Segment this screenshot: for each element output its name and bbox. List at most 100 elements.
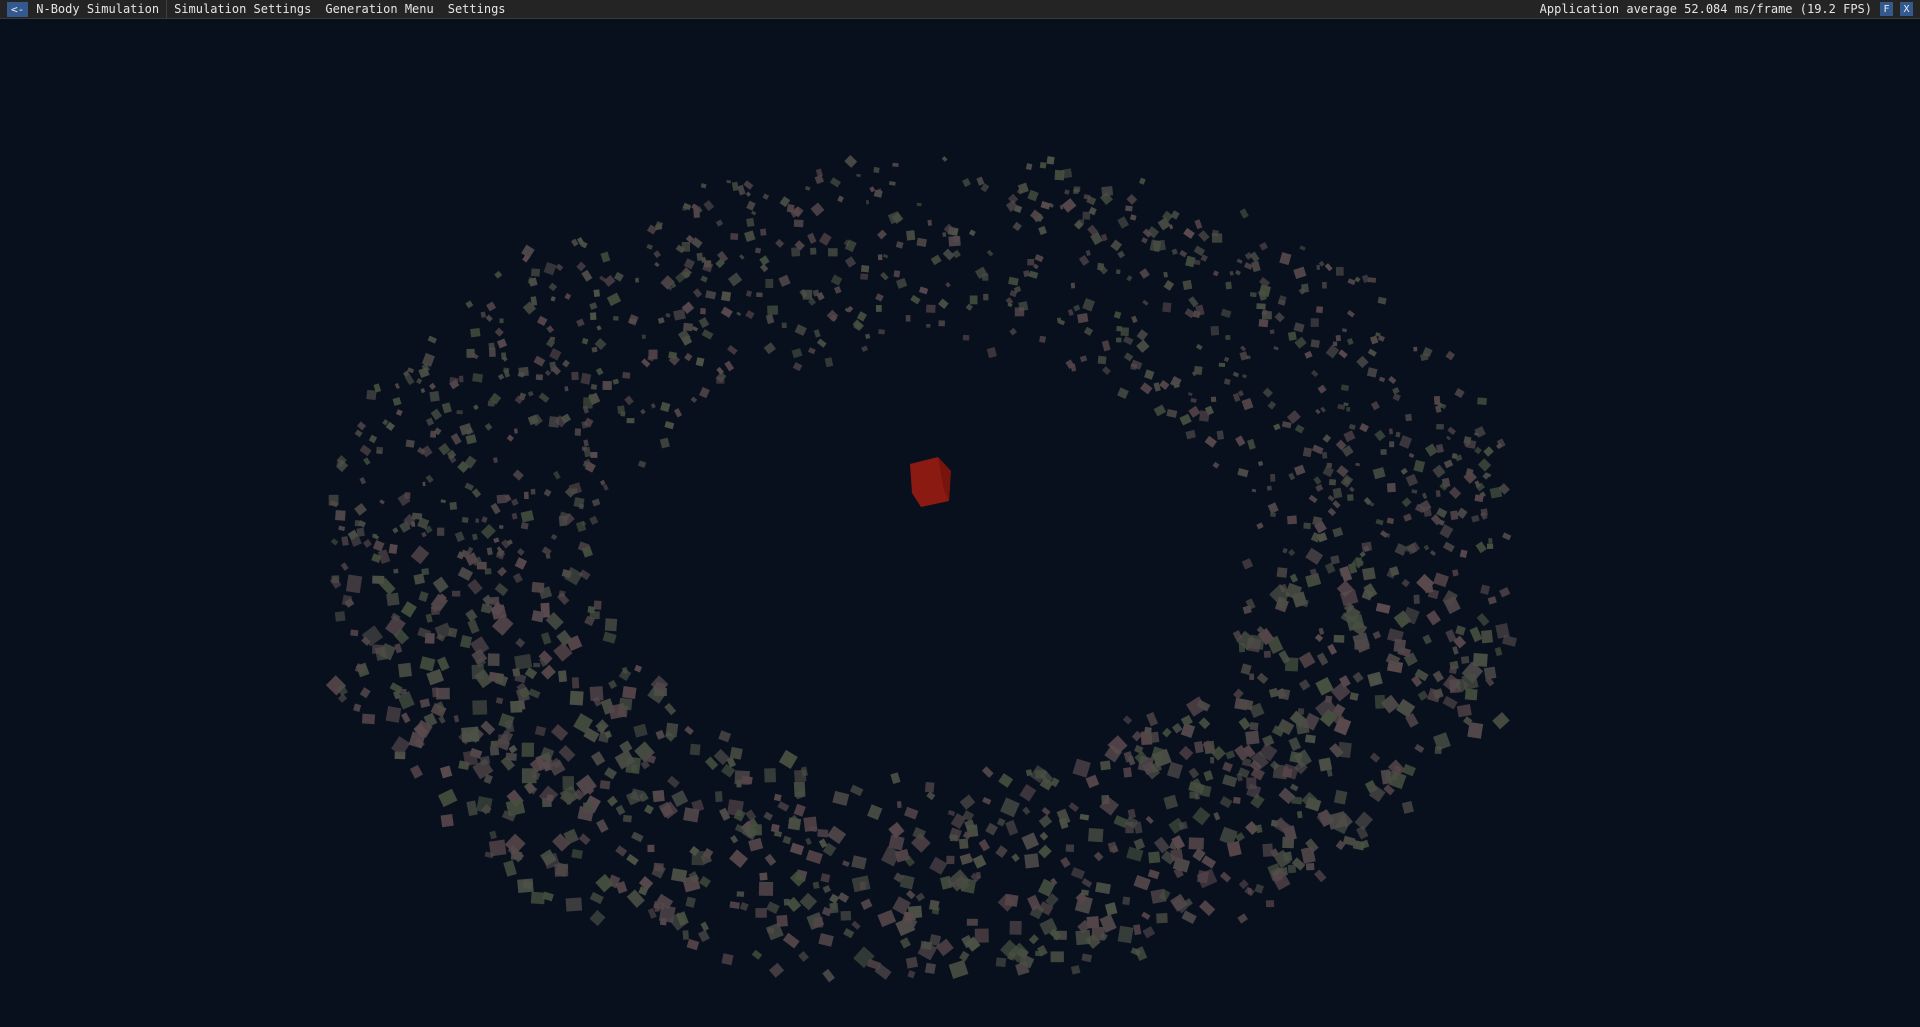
particle-body <box>521 768 537 784</box>
particle-body <box>471 488 482 498</box>
particle-body <box>521 244 535 259</box>
particle-body <box>1372 630 1382 640</box>
particle-body <box>618 697 633 711</box>
particle-body <box>1332 500 1341 509</box>
particle-body <box>550 296 556 302</box>
particle-body <box>1249 722 1259 731</box>
particle-body <box>776 914 788 927</box>
particle-body <box>1238 717 1251 731</box>
particle-body <box>1375 518 1384 526</box>
particle-body <box>1249 673 1255 681</box>
particle-body <box>1422 492 1428 499</box>
particle-body <box>995 957 1007 968</box>
particle-body <box>494 327 504 337</box>
particle-body <box>842 860 850 867</box>
particle-body <box>981 766 994 778</box>
particle-body <box>938 320 945 327</box>
particle-body <box>511 498 519 507</box>
particle-body <box>818 932 834 947</box>
particle-body <box>569 690 584 706</box>
menu-settings[interactable]: Settings <box>441 0 513 19</box>
particle-body <box>1388 376 1397 384</box>
particle-body <box>888 821 905 839</box>
particle-body <box>799 892 818 911</box>
particle-body <box>1146 711 1159 727</box>
menu-generation-menu[interactable]: Generation Menu <box>318 0 440 19</box>
particle-body <box>1288 548 1296 557</box>
particle-body <box>764 768 777 783</box>
particle-body <box>1130 363 1138 371</box>
particle-body <box>583 439 589 447</box>
particle-body <box>1386 517 1395 525</box>
particle-body <box>654 261 660 268</box>
particle-body <box>693 208 700 218</box>
particle-body <box>705 290 717 300</box>
back-button[interactable]: <- <box>7 1 29 17</box>
particle-body <box>727 272 743 287</box>
particle-body <box>480 311 487 318</box>
particle-body <box>388 543 398 555</box>
particle-body <box>531 581 545 594</box>
particle-body <box>602 631 617 644</box>
particle-body <box>1279 252 1292 266</box>
particle-body <box>924 781 935 793</box>
close-button[interactable]: X <box>1900 2 1913 16</box>
particle-body <box>775 238 785 248</box>
particle-body <box>533 662 541 668</box>
particle-body <box>345 574 363 594</box>
particle-body <box>1303 522 1311 530</box>
particle-body <box>631 831 644 843</box>
particle-body <box>392 527 399 534</box>
particle-body <box>1267 400 1277 410</box>
particle-body <box>1195 343 1203 351</box>
particle-body <box>698 876 711 888</box>
particle-body <box>1117 216 1129 229</box>
particle-body <box>1343 430 1356 443</box>
particle-body <box>1079 813 1090 821</box>
particle-body <box>1123 352 1134 362</box>
particle-body <box>1398 435 1413 449</box>
particle-body <box>417 627 432 639</box>
menu-simulation-settings[interactable]: Simulation Settings <box>167 0 318 19</box>
particle-body <box>727 344 738 355</box>
particle-body <box>1085 774 1100 789</box>
particle-body <box>1282 851 1293 862</box>
particle-body <box>720 306 733 318</box>
particle-body <box>511 512 518 520</box>
particle-body <box>1392 393 1401 402</box>
particle-body <box>1213 811 1221 821</box>
simulation-viewport[interactable] <box>0 19 1920 1027</box>
particle-body <box>527 390 534 397</box>
particle-body <box>915 892 925 902</box>
particle-body <box>516 548 525 556</box>
particle-body <box>379 499 385 505</box>
particle-body <box>949 834 958 842</box>
particle-body <box>875 305 882 312</box>
particle-body <box>1148 851 1161 864</box>
particle-body <box>683 322 693 332</box>
particle-body <box>1133 874 1151 891</box>
particle-body <box>1093 851 1104 862</box>
particle-body <box>580 372 592 385</box>
particle-body <box>368 434 378 444</box>
particle-body <box>1321 451 1328 459</box>
particle-body <box>760 228 767 236</box>
particle-body <box>782 932 800 949</box>
particle-body <box>1502 532 1512 541</box>
particle-body <box>1170 848 1184 862</box>
particle-body <box>386 592 400 606</box>
particle-body <box>946 855 955 865</box>
particle-body <box>968 229 976 237</box>
particle-body <box>599 479 606 486</box>
particle-body <box>421 568 430 576</box>
particle-body <box>637 460 647 468</box>
particle-body <box>1056 317 1062 324</box>
particle-body <box>1332 341 1338 347</box>
particle-body <box>1188 405 1201 418</box>
fullscreen-button[interactable]: F <box>1880 2 1893 16</box>
particle-body <box>1068 802 1080 813</box>
particle-body <box>1315 408 1321 415</box>
particle-body <box>429 390 440 402</box>
particle-body <box>1374 694 1386 709</box>
particle-body <box>549 348 562 361</box>
